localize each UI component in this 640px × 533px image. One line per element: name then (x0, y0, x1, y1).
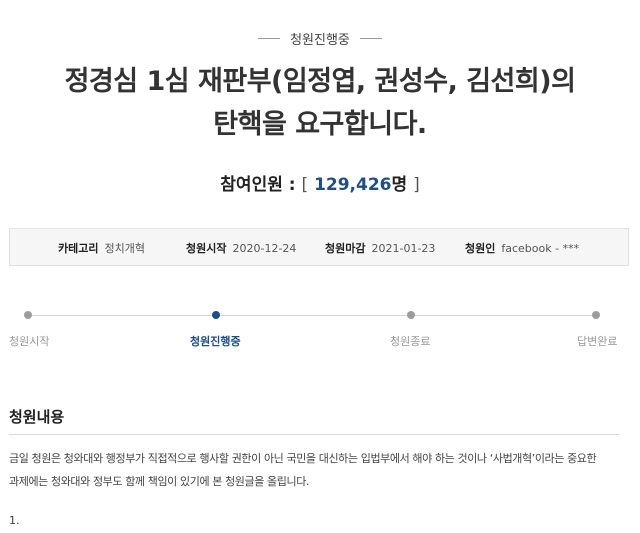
bracket-close: ] (413, 175, 420, 195)
participants-label: 참여인원 : (220, 175, 296, 195)
category-label: 카테고리 (58, 242, 99, 255)
participants-count: 참여인원 : [ 129,426명 ] (0, 170, 640, 195)
participants-number: 129,426 (314, 175, 392, 195)
info-start: 청원시작 2020-12-24 (186, 240, 296, 256)
step-label-answered: 답변완료 (577, 335, 618, 348)
category-value: 정치개혁 (104, 242, 145, 255)
petition-status: 청원진행중 (0, 28, 640, 48)
section-divider (9, 434, 619, 435)
step-label-start: 청원시작 (9, 335, 50, 348)
end-value: 2021-01-23 (371, 242, 436, 255)
bracket-open: [ (301, 175, 309, 195)
step-dot-ongoing (212, 311, 220, 319)
author-label: 청원인 (465, 242, 496, 255)
progress-timeline (24, 310, 600, 322)
divider-right (359, 38, 382, 39)
title-line-1: 정경심 1심 재판부(임정엽, 권성수, 김선희)의 (64, 66, 576, 97)
petition-title: 정경심 1심 재판부(임정엽, 권성수, 김선희)의 탄핵을 요구합니다. (20, 60, 620, 146)
info-author: 청원인 facebook - *** (465, 240, 579, 256)
content-line-1: 금일 청원은 청와대와 행정부가 직접적으로 행사할 권한이 아닌 국민을 대신… (9, 452, 597, 465)
content-line-2: 과제에는 청와대와 정부도 함께 책임이 있기에 본 청원글을 올립니다. (9, 475, 310, 488)
petition-info-box: 카테고리 정치개혁 청원시작 2020-12-24 청원마감 2021-01-23 청… (9, 228, 629, 266)
divider-left (258, 38, 281, 39)
info-end: 청원마감 2021-01-23 (325, 240, 435, 256)
step-dot-closed (407, 311, 415, 319)
start-label: 청원시작 (186, 242, 227, 255)
status-label: 청원진행중 (290, 33, 350, 48)
title-line-2: 탄핵을 요구합니다. (213, 109, 427, 140)
step-dot-answered (592, 311, 600, 319)
content-item-number: 1. (9, 514, 20, 527)
petition-content: 금일 청원은 청와대와 행정부가 직접적으로 행사할 권한이 아닌 국민을 대신… (9, 447, 629, 493)
participants-unit: 명 (391, 175, 408, 195)
timeline-line (28, 315, 596, 316)
author-value: facebook - *** (501, 242, 580, 255)
info-category: 카테고리 정치개혁 (58, 240, 145, 256)
end-label: 청원마감 (325, 242, 366, 255)
step-label-ongoing: 청원진행중 (190, 335, 241, 348)
step-label-closed: 청원종료 (390, 335, 431, 348)
start-value: 2020-12-24 (232, 242, 297, 255)
step-dot-start (24, 311, 32, 319)
content-section-title: 청원내용 (9, 408, 65, 426)
